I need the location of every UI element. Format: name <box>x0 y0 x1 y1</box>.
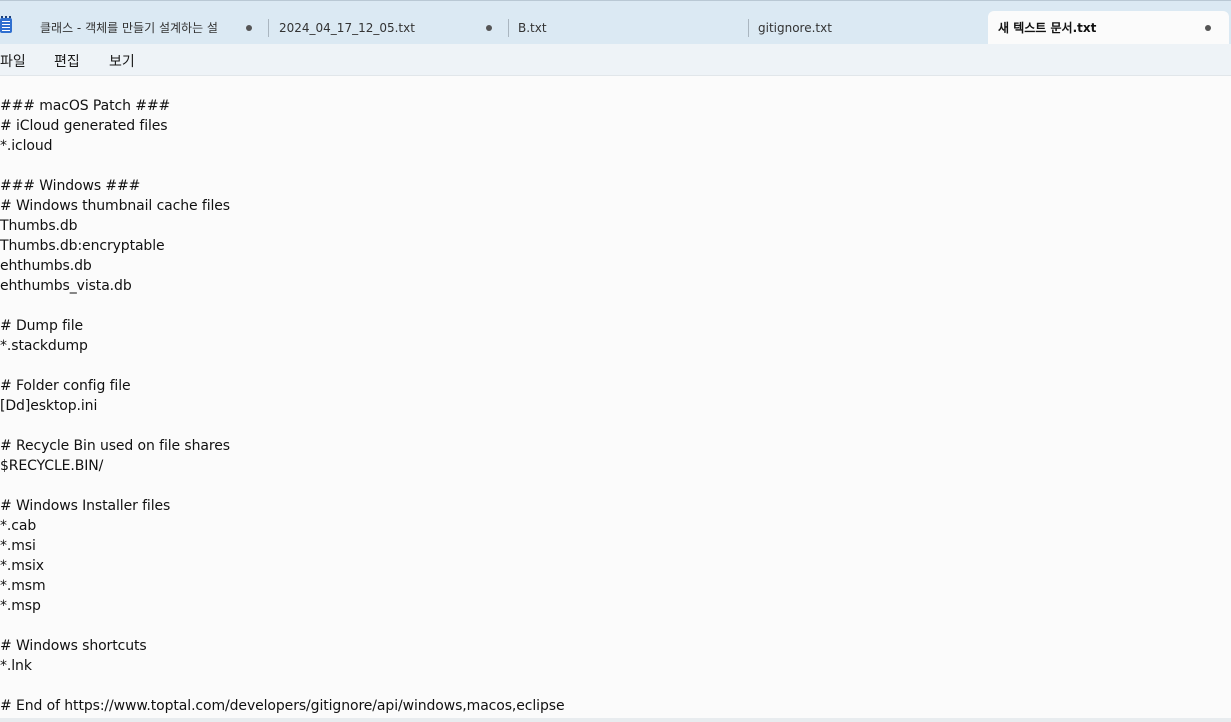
text-line: # End of https://www.toptal.com/develope… <box>0 698 565 714</box>
text-line: ### macOS Patch ### <box>0 98 171 114</box>
text-line <box>0 156 1231 176</box>
text-line: Thumbs.db <box>0 218 78 234</box>
tab-label: gitignore.txt <box>758 21 832 35</box>
text-line: # Windows shortcuts <box>0 638 147 654</box>
text-line: $RECYCLE.BIN/ <box>0 458 104 474</box>
text-line: *.cab <box>0 518 37 534</box>
tab-label: 새 텍스트 문서.txt <box>998 21 1097 35</box>
notepad-app-icon <box>0 16 12 33</box>
tab-class-doc[interactable]: 클래스 - 객체를 만들기 설계하는 설 <box>40 11 260 45</box>
text-line: *.msix <box>0 558 44 574</box>
text-line: # Dump file <box>0 318 84 334</box>
unsaved-dot-icon[interactable] <box>486 25 492 31</box>
tab-strip: 클래스 - 객체를 만들기 설계하는 설 2024_04_17_12_05.tx… <box>0 0 1231 45</box>
text-line: *.msi <box>0 538 36 554</box>
unsaved-dot-icon[interactable] <box>1205 25 1211 31</box>
text-line: # iCloud generated files <box>0 118 168 134</box>
menu-view[interactable]: 보기 <box>109 51 135 71</box>
text-line <box>0 296 1231 316</box>
menu-bar: 파일 편집 보기 <box>0 44 1231 76</box>
text-line: ehthumbs.db <box>0 258 92 274</box>
tab-separator <box>268 19 269 37</box>
tab-new-text-document[interactable]: 새 텍스트 문서.txt <box>988 11 1229 45</box>
text-line: ehthumbs_vista.db <box>0 278 132 294</box>
text-line: # Windows thumbnail cache files <box>0 198 230 214</box>
text-line: *.icloud <box>0 138 53 154</box>
text-line <box>0 676 1231 696</box>
text-line <box>0 616 1231 636</box>
unsaved-dot-icon[interactable] <box>246 25 252 31</box>
menu-file[interactable]: 파일 <box>0 51 26 71</box>
text-line: # Folder config file <box>0 378 131 394</box>
text-line: *.msp <box>0 598 41 614</box>
tab-label: 클래스 - 객체를 만들기 설계하는 설 <box>40 21 218 35</box>
tab-label: 2024_04_17_12_05.txt <box>279 21 415 35</box>
text-line <box>0 356 1231 376</box>
text-line: ### Windows ### <box>0 178 141 194</box>
tab-label: B.txt <box>518 21 547 35</box>
text-line <box>0 416 1231 436</box>
text-editor-area[interactable]: ### macOS Patch ### # iCloud generated fi… <box>0 96 1231 714</box>
text-line: # Windows Installer files <box>0 498 171 514</box>
text-line: [Dd]esktop.ini <box>0 398 98 414</box>
notepad-window: 클래스 - 객체를 만들기 설계하는 설 2024_04_17_12_05.tx… <box>0 0 1231 722</box>
menu-edit[interactable]: 편집 <box>54 51 80 71</box>
horizontal-scrollbar[interactable] <box>0 718 1231 722</box>
text-line: *.stackdump <box>0 338 88 354</box>
text-line: # Recycle Bin used on file shares <box>0 438 230 454</box>
tab-separator <box>508 19 509 37</box>
tab-separator <box>748 19 749 37</box>
text-line: *.msm <box>0 578 46 594</box>
tab-b-txt[interactable]: B.txt <box>518 11 738 45</box>
text-line: Thumbs.db:encryptable <box>0 238 165 254</box>
text-line: *.lnk <box>0 658 32 674</box>
tab-gitignore[interactable]: gitignore.txt <box>758 11 978 45</box>
tab-2024-04-17[interactable]: 2024_04_17_12_05.txt <box>279 11 499 45</box>
text-line <box>0 476 1231 496</box>
